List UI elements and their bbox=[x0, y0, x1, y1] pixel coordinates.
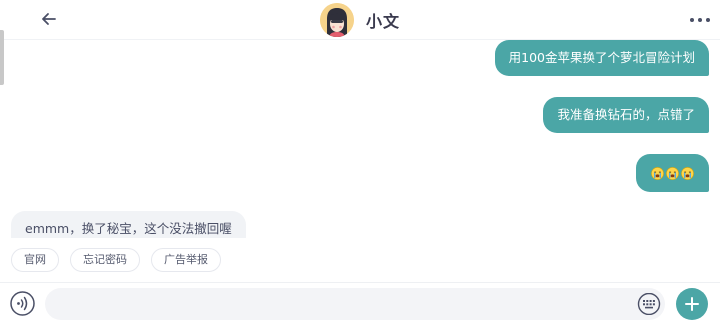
message-text: emmm，换了秘宝，这个没法撤回喔 bbox=[25, 221, 232, 236]
crying-face-emoji-icon bbox=[651, 166, 664, 180]
chat-header: 小文 bbox=[0, 0, 720, 40]
chat-title-group: 小文 bbox=[320, 2, 400, 38]
crying-face-emoji-icon bbox=[681, 166, 694, 180]
add-button[interactable] bbox=[676, 288, 708, 320]
plus-icon bbox=[685, 297, 699, 311]
voice-button[interactable] bbox=[10, 291, 35, 316]
back-button[interactable] bbox=[38, 8, 60, 30]
quick-reply-forgot-password[interactable]: 忘记密码 bbox=[70, 248, 140, 272]
chat-screen: 小文 用100金苹果换了个萝北冒险计划 我准备换钻石的，点错了 emmm，换了秘… bbox=[0, 0, 720, 325]
outgoing-message: 用100金苹果换了个萝北冒险计划 bbox=[494, 40, 709, 76]
avatar[interactable] bbox=[320, 3, 354, 37]
arrow-left-icon bbox=[42, 13, 56, 25]
outgoing-message: 我准备换钻石的，点错了 bbox=[543, 97, 709, 133]
quick-reply-official-site[interactable]: 官网 bbox=[11, 248, 59, 272]
keyboard-button[interactable] bbox=[637, 292, 661, 316]
quick-reply-report-ad[interactable]: 广告举报 bbox=[151, 248, 221, 272]
keyboard-icon bbox=[637, 292, 661, 316]
more-dots-icon bbox=[690, 18, 710, 22]
scroll-handle[interactable] bbox=[0, 30, 4, 85]
message-text: 我准备换钻石的，点错了 bbox=[557, 107, 695, 122]
message-text: 用100金苹果换了个萝北冒险计划 bbox=[508, 50, 695, 65]
quick-reply-bar: 官网 忘记密码 广告举报 bbox=[0, 238, 720, 282]
page-title: 小文 bbox=[366, 12, 401, 31]
message-input-bar bbox=[0, 282, 720, 325]
crying-face-emoji-icon bbox=[666, 166, 679, 180]
message-input[interactable] bbox=[45, 288, 665, 320]
voice-icon bbox=[10, 291, 35, 316]
girl-avatar-icon bbox=[320, 3, 354, 37]
outgoing-emoji-message bbox=[636, 154, 709, 192]
more-button[interactable] bbox=[688, 12, 712, 26]
